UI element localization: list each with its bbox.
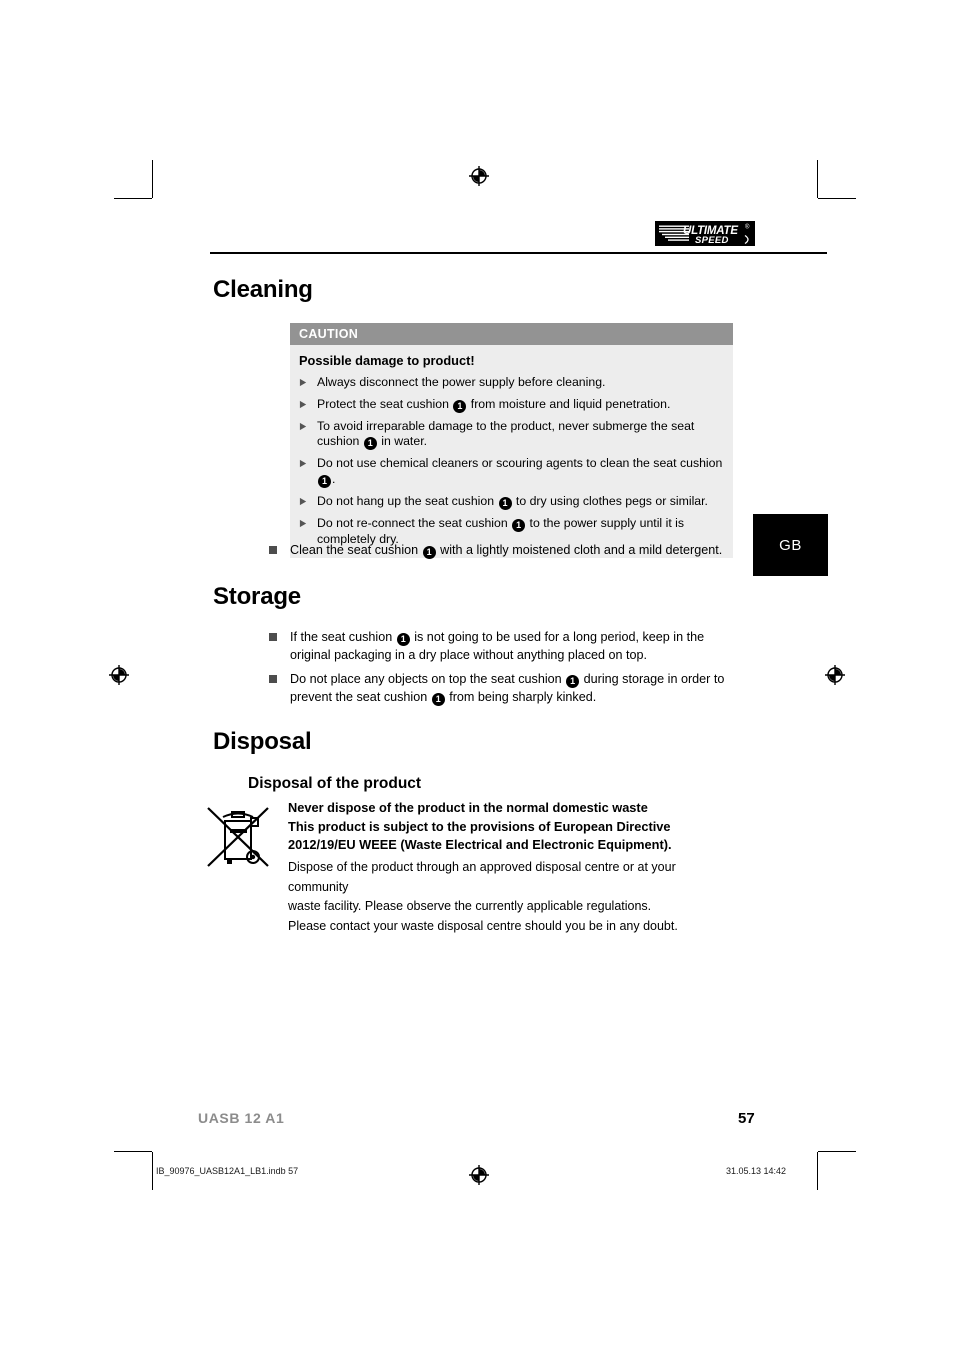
ref-marker-1: 1 [566,675,580,688]
registration-mark-bottom [466,1162,492,1188]
arrow-bullet-icon [299,495,309,509]
document-page: ULTIMATE ® SPEED Cleaning CAUTION Possib… [0,0,954,1350]
disposal-notice-bold: Never dispose of the product in the norm… [288,799,738,855]
svg-text:SPEED: SPEED [695,235,729,246]
disposal-bold-line: Never dispose of the product in the norm… [288,800,648,815]
ref-marker-1: 1 [512,518,526,532]
caution-item: Protect the seat cushion 1 from moisture… [299,397,723,413]
caution-item-text: Protect the seat cushion 1 from moisture… [317,396,671,413]
caution-label: CAUTION [290,323,733,345]
arrow-bullet-icon [299,398,309,412]
ref-marker-1: 1 [498,496,512,510]
disposal-body-line: waste facility. Please observe the curre… [288,899,652,913]
ref-marker-1: 1 [318,474,331,488]
disposal-notice-body: Dispose of the product through an approv… [288,858,730,936]
registration-mark-left [106,662,132,688]
ref-marker-1: 1 [422,546,436,559]
crop-mark-top-left-vertical [152,160,153,198]
crop-mark-top-right-horizontal [818,198,856,199]
footer-source-file: IB_90976_UASB12A1_LB1.indb 57 [156,1166,299,1176]
crop-mark-bottom-right-vertical [817,1152,818,1190]
ref-marker-1: 1 [453,399,467,413]
disposal-bold-line: 2012/19/EU WEEE (Waste Electrical and El… [288,837,672,852]
caution-item: Do not hang up the seat cushion 1 to dry… [299,494,723,510]
caution-item-text: Do not hang up the seat cushion 1 to dry… [317,493,708,510]
arrow-bullet-icon [299,517,309,531]
caution-item-text: Do not re-connect the seat cushion 1 to … [317,515,685,546]
ref-marker-1: 1 [431,692,445,706]
registration-mark-top [466,163,492,189]
ref-marker-1: 1 [363,437,377,450]
page-title-disposal: Disposal [213,728,312,755]
crossed-out-wheelie-bin-icon [205,802,271,870]
arrow-bullet-icon [299,420,309,434]
svg-text:®: ® [745,224,750,231]
page-title-cleaning: Cleaning [213,276,313,303]
square-bullet-icon [269,633,277,641]
ref-marker-1: 1 [396,633,410,646]
storage-bullet: If the seat cushion 1 is not going to be… [269,629,728,664]
arrow-bullet-icon [299,376,309,390]
crop-mark-bottom-right-horizontal [818,1151,856,1152]
arrow-bullet-icon [299,457,309,471]
footer-model: UASB 12 A1 [198,1110,285,1126]
caution-item: Do not use chemical cleaners or scouring… [299,456,723,488]
registration-mark-right [822,662,848,688]
footer-timestamp: 31.05.13 14:42 [726,1166,787,1176]
storage-bullet: Do not place any objects on top the seat… [269,671,734,706]
crop-mark-top-left-horizontal [114,198,152,199]
caution-item: To avoid irreparable damage to the produ… [299,418,723,450]
cleaning-bullet: Clean the seat cushion 1 with a lightly … [269,542,742,560]
crop-mark-bottom-left-horizontal [114,1151,152,1152]
page-number: 57 [738,1110,755,1127]
ultimate-speed-logo: ULTIMATE ® SPEED [655,221,755,246]
caution-item: Always disconnect the power supply befor… [299,375,723,391]
subheading-disposal-of-the-product: Disposal of the product [248,775,422,792]
caution-title: Possible damage to product! [299,353,475,368]
crop-mark-bottom-left-vertical [152,1152,153,1190]
caution-item-text: To avoid irreparable damage to the produ… [317,418,695,450]
disposal-body-line: Please contact your waste disposal centr… [288,918,678,933]
disposal-body-line: Dispose of the product through an approv… [288,860,676,894]
language-tab-gb: GB [753,514,828,576]
disposal-bold-line: This product is subject to the provision… [288,818,671,834]
crop-mark-top-right-vertical [817,160,818,198]
square-bullet-icon [269,675,277,683]
caution-item-text: Do not use chemical cleaners or scouring… [317,456,723,488]
header-rule [210,252,827,254]
caution-item-text: Always disconnect the power supply befor… [317,375,606,389]
square-bullet-icon [269,546,277,554]
page-title-storage: Storage [213,583,301,610]
caution-body: Possible damage to product! Always disco… [290,345,733,558]
caution-box: CAUTION Possible damage to product! Alwa… [290,323,733,558]
